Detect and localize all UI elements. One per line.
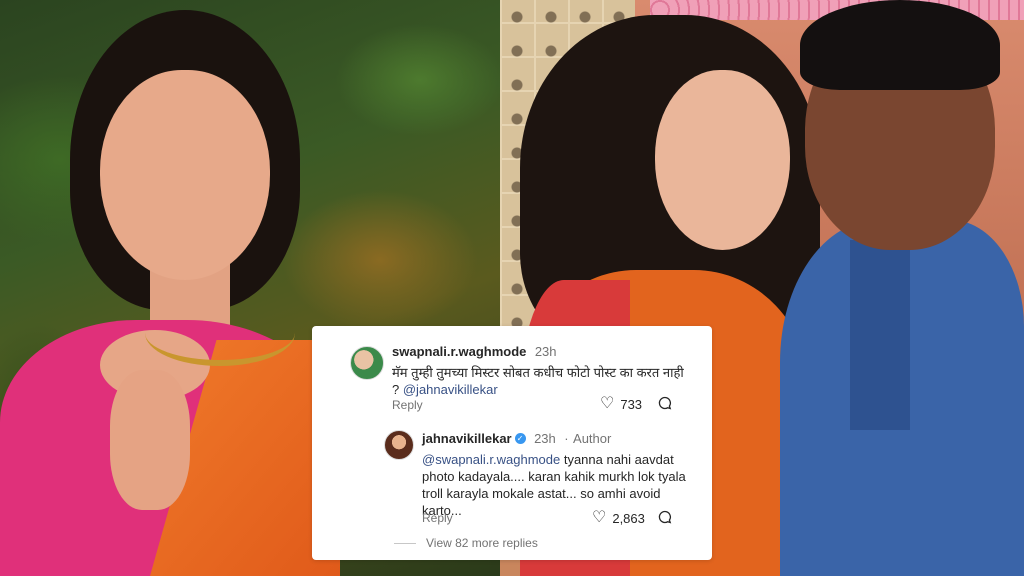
reply-button[interactable]: Reply <box>422 511 453 525</box>
reply-time: 23h <box>534 431 556 446</box>
man-hair-shape <box>800 0 1000 90</box>
view-more-replies[interactable]: View 82 more replies <box>394 536 538 550</box>
heart-icon[interactable]: ♡ <box>600 396 614 412</box>
comment-item: swapnali.r.waghmode 23h मॅम तुम्ही तुमच्… <box>392 343 692 398</box>
divider-line <box>394 542 416 544</box>
verified-badge-icon: ✓ <box>514 433 526 445</box>
shirt-placket-shape <box>850 240 910 430</box>
mention-link[interactable]: @swapnali.r.waghmode <box>422 452 560 467</box>
user-avatar-icon[interactable] <box>350 346 384 380</box>
comment-time: 23h <box>534 344 557 359</box>
user-avatar-icon[interactable] <box>384 430 414 460</box>
like-count: 733 <box>620 396 643 412</box>
heart-icon[interactable]: ♡ <box>592 510 606 526</box>
like-group: ♡ 733 <box>600 396 642 412</box>
reply-button[interactable]: Reply <box>392 398 423 412</box>
reply-separator: · <box>564 431 569 446</box>
reply-username[interactable]: jahnavikillekar <box>422 431 512 446</box>
comment-username[interactable]: swapnali.r.waghmode <box>392 344 526 359</box>
comment-bubble-icon[interactable] <box>658 396 672 413</box>
face-shape <box>100 70 270 280</box>
like-group: ♡ 2,863 <box>592 510 645 526</box>
mention-link[interactable]: @jahnavikillekar <box>403 382 498 397</box>
hand-shape <box>110 370 190 510</box>
comment-bubble-icon[interactable] <box>658 510 672 527</box>
reply-item: jahnavikillekar ✓ 23h · Author @swapnali.… <box>422 430 690 519</box>
like-count: 2,863 <box>612 510 645 526</box>
necklace-shape <box>145 300 295 366</box>
reply-text: @swapnali.r.waghmode tyanna nahi aavdat … <box>422 451 690 519</box>
face-shape-right <box>655 70 790 250</box>
comment-card: swapnali.r.waghmode 23h मॅम तुम्ही तुमच्… <box>312 326 712 560</box>
view-more-replies-label[interactable]: View 82 more replies <box>426 536 538 550</box>
author-label: Author <box>573 431 612 446</box>
comment-text: मॅम तुम्ही तुमच्या मिस्टर सोबत कधीच फोटो… <box>392 364 692 398</box>
